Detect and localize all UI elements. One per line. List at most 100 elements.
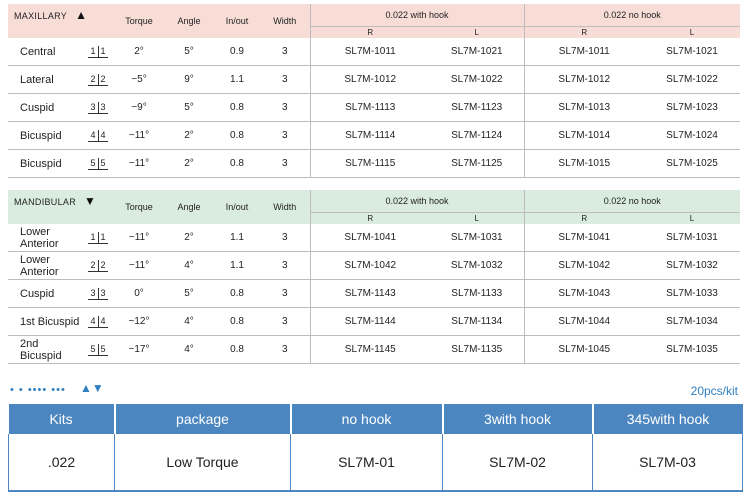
hook-r-code: SL7M-1115 xyxy=(309,149,430,178)
tooth-name: Bicuspid xyxy=(8,121,82,150)
kit-size: .022 xyxy=(8,434,115,492)
nohook-l-code: SL7M-1025 xyxy=(644,149,741,178)
tooth-quadrant: 33 xyxy=(82,279,115,308)
hook-l-code: SL7M-1123 xyxy=(430,93,525,122)
table-row: Bicuspid 44 −11° 2° 0.8 3 SL7M-1114 SL7M… xyxy=(8,121,741,150)
hook-l-code: SL7M-1134 xyxy=(430,307,525,336)
col-inout: In/out xyxy=(214,4,260,38)
table-row: Lower Anterior 22 −11° 4° 1.1 3 SL7M-104… xyxy=(8,251,741,280)
inout-value: 0.8 xyxy=(214,307,261,336)
hook-l-code: SL7M-1125 xyxy=(430,149,525,178)
angle-value: 5° xyxy=(164,279,215,308)
table-row: Lateral 22 −5° 9° 1.1 3 SL7M-1012 SL7M-1… xyxy=(8,65,741,94)
width-value: 3 xyxy=(260,224,311,252)
inout-value: 0.8 xyxy=(214,121,260,150)
kit-package: Low Torque xyxy=(114,434,291,492)
table-row: 1st Bicuspid 44 −12° 4° 0.8 3 SL7M-1144 … xyxy=(8,307,741,336)
tooth-name: Bicuspid xyxy=(8,149,82,178)
width-value: 3 xyxy=(260,279,311,308)
nohook-r-code: SL7M-1043 xyxy=(523,279,645,308)
width-value: 3 xyxy=(260,251,311,280)
tooth-quadrant: 11 xyxy=(82,224,115,252)
col-nohook: 0.022 no hook xyxy=(523,190,741,213)
tooth-name: 1st Bicuspid xyxy=(8,307,82,336)
angle-value: 4° xyxy=(164,251,215,280)
nohook-l-code: SL7M-1023 xyxy=(644,93,741,122)
inout-value: 0.8 xyxy=(214,149,260,178)
maxillary-title: MAXILLARY xyxy=(14,11,68,22)
angle-value: 5° xyxy=(164,38,214,66)
tooth-name: Lateral xyxy=(8,65,82,94)
kit-3hook-code: SL7M-02 xyxy=(442,434,593,492)
maxillary-header: MAXILLARY ▲ xyxy=(8,4,114,27)
angle-value: 4° xyxy=(164,307,215,336)
col-hook-l: L xyxy=(430,212,525,224)
tooth-quadrant: 22 xyxy=(82,251,115,280)
width-value: 3 xyxy=(260,149,310,178)
hook-l-code: SL7M-1135 xyxy=(430,335,525,364)
col-hook: 0.022 with hook xyxy=(309,190,525,213)
hook-r-code: SL7M-1042 xyxy=(309,251,431,280)
mandibular-header: MANDIBULAR ▼ xyxy=(8,190,115,213)
torque-value: −12° xyxy=(114,307,165,336)
tooth-name: Central xyxy=(8,38,82,66)
torque-value: 0° xyxy=(114,279,165,308)
angle-value: 4° xyxy=(164,335,215,364)
hook-r-code: SL7M-1114 xyxy=(309,121,430,150)
hook-l-code: SL7M-1021 xyxy=(430,38,525,66)
table-row: Bicuspid 55 −11° 2° 0.8 3 SL7M-1115 SL7M… xyxy=(8,149,741,178)
hook-r-code: SL7M-1145 xyxy=(309,335,431,364)
nohook-r-code: SL7M-1012 xyxy=(523,65,645,94)
kits-header-345hook: 345with hook xyxy=(591,404,743,434)
nohook-l-code: SL7M-1021 xyxy=(644,38,741,66)
nohook-l-code: SL7M-1024 xyxy=(644,121,741,150)
tooth-quadrant: 11 xyxy=(82,38,114,66)
nohook-r-code: SL7M-1011 xyxy=(523,38,645,66)
tooth-quadrant: 55 xyxy=(82,335,115,364)
tooth-name: Cuspid xyxy=(8,279,82,308)
triangle-up-icon: ▲ xyxy=(75,8,88,23)
hook-l-code: SL7M-1032 xyxy=(430,251,525,280)
kits-header-nohook: no hook xyxy=(289,404,443,434)
kit-345hook-code: SL7M-03 xyxy=(592,434,743,492)
torque-value: −5° xyxy=(114,65,164,94)
col-torque: Torque xyxy=(114,4,164,38)
nohook-r-code: SL7M-1045 xyxy=(523,335,645,364)
kit-nohook-code: SL7M-01 xyxy=(290,434,443,492)
decorative-dots: • • •••• ••• xyxy=(10,384,66,396)
inout-value: 1.1 xyxy=(214,251,261,280)
hook-r-code: SL7M-1012 xyxy=(309,65,430,94)
hook-r-code: SL7M-1041 xyxy=(309,224,431,252)
torque-value: −17° xyxy=(114,335,165,364)
angle-value: 9° xyxy=(164,65,214,94)
tooth-name: Cuspid xyxy=(8,93,82,122)
torque-value: −11° xyxy=(114,224,165,252)
table-row: Lower Anterior 11 −11° 2° 1.1 3 SL7M-104… xyxy=(8,224,741,252)
tooth-quadrant: 44 xyxy=(82,307,115,336)
maxillary-table: MAXILLARY ▲ Torque Angle In/out Width 0.0… xyxy=(8,4,741,178)
col-angle: Angle xyxy=(164,190,215,224)
col-inout: In/out xyxy=(214,190,261,224)
triangle-down-icon: ▼ xyxy=(84,194,97,209)
tooth-name: Lower Anterior xyxy=(8,251,82,280)
nohook-l-code: SL7M-1022 xyxy=(644,65,741,94)
tooth-quadrant: 44 xyxy=(82,121,114,150)
kits-header-row: Kits package no hook 3with hook 345with … xyxy=(8,404,743,434)
angle-value: 5° xyxy=(164,93,214,122)
torque-value: −11° xyxy=(114,121,164,150)
angle-value: 2° xyxy=(164,121,214,150)
width-value: 3 xyxy=(260,38,310,66)
table-row: 2nd Bicuspid 55 −17° 4° 0.8 3 SL7M-1145 … xyxy=(8,335,741,364)
nohook-l-code: SL7M-1031 xyxy=(644,224,741,252)
col-hook-l: L xyxy=(430,26,525,38)
inout-value: 0.8 xyxy=(214,335,261,364)
inout-value: 0.8 xyxy=(214,279,261,308)
pieces-per-kit: 20pcs/kit xyxy=(690,384,738,398)
nohook-r-code: SL7M-1042 xyxy=(523,251,645,280)
torque-value: −11° xyxy=(114,251,165,280)
width-value: 3 xyxy=(260,65,310,94)
nohook-l-code: SL7M-1032 xyxy=(644,251,741,280)
hook-r-code: SL7M-1113 xyxy=(309,93,430,122)
inout-value: 1.1 xyxy=(214,65,260,94)
width-value: 3 xyxy=(260,335,311,364)
